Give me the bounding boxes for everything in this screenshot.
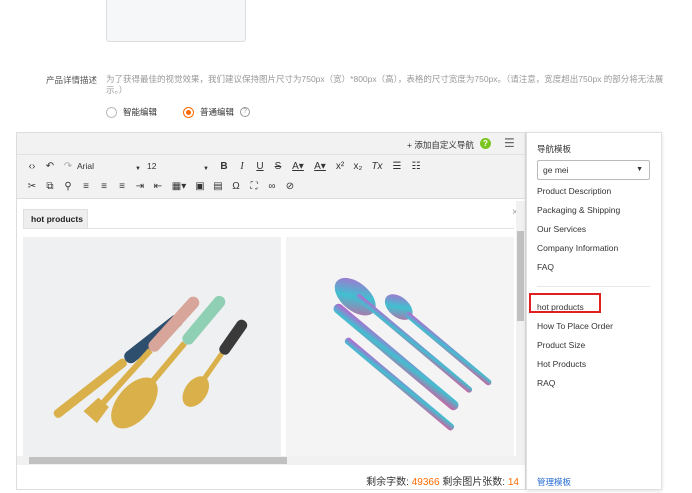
nav-item-hot-products[interactable]: hot products [537,302,584,312]
rainbow-cutlery-image[interactable] [286,237,514,461]
bold-icon[interactable]: B [215,161,233,172]
redo-icon[interactable]: ↷ [59,161,77,172]
vertical-scrollbar[interactable] [516,201,525,461]
remaining-images-value: 14 [507,477,519,488]
remaining-images-label: 剩余图片张数: [442,477,506,488]
find-icon[interactable]: ⚲ [59,181,77,192]
remaining-count: 剩余字数: 49366 剩余图片张数: 14 [366,473,519,488]
nav-template-title: 导航模板 [537,144,572,154]
chevron-down-icon: ▼ [203,166,209,172]
table-icon[interactable]: ▦▾ [167,181,191,192]
nav-item[interactable]: How To Place Order [537,321,613,331]
font-size-select[interactable]: 12 ▼ [147,161,215,172]
special-char-icon[interactable]: Ω [227,181,245,192]
product-detail-hint: 为了获得最佳的视觉效果，我们建议保持图片尺寸为750px（宽）*800px（高）… [106,74,664,95]
editor-top-bar: + 添加自定义导航 ? ☰ [17,133,525,155]
unlink-icon[interactable]: ⊘ [281,181,299,192]
image-icon[interactable]: ▣ [191,181,209,192]
divider [23,228,514,229]
nav-item[interactable]: Product Size [537,340,585,350]
normal-edit-radio[interactable] [183,106,195,118]
nav-item[interactable]: Packaging & Shipping [537,205,620,215]
gold-cutlery-image[interactable] [23,237,281,461]
code-icon[interactable]: ‹› [23,161,41,172]
nav-item[interactable]: Company Information [537,243,618,253]
font-color-icon[interactable]: A▾ [287,161,309,172]
nav-item[interactable]: RAQ [537,378,555,388]
align-center-icon[interactable]: ≡ [95,181,113,192]
menu-icon[interactable]: ☰ [504,136,515,150]
nav-item[interactable]: Our Services [537,224,586,234]
cut-icon[interactable]: ✂ [23,181,41,192]
undo-icon[interactable]: ↶ [41,161,59,172]
template-icon[interactable]: ▤ [209,181,227,192]
image-upload-box[interactable] [106,0,246,42]
nav-template-panel: 导航模板 ge mei ▼ Product Description Packag… [526,132,662,490]
chevron-down-icon: ▼ [636,166,643,173]
horizontal-scrollbar[interactable] [17,456,525,465]
unordered-list-icon[interactable]: ☰ [387,161,407,172]
clear-format-icon[interactable]: Tx [367,161,387,172]
chevron-down-icon: ▼ [135,166,141,172]
toolbar-row-2: ✂ ⧉ ⚲ ≡ ≡ ≡ ⇥ ⇤ ▦▾ ▣ ▤ Ω ⛶ ∞ ⊘ [23,177,299,195]
rich-text-editor: + 添加自定义导航 ? ☰ ‹› ↶ ↷ Arial ▼ 12 ▼ B I U S … [16,132,526,490]
editor-toolbar: ‹› ↶ ↷ Arial ▼ 12 ▼ B I U S A▾ A▾ x² x₂ Tx… [17,155,525,199]
link-icon[interactable]: ∞ [263,181,281,192]
subscript-icon[interactable]: x₂ [349,161,367,172]
font-family-value: Arial [77,161,95,171]
align-left-icon[interactable]: ≡ [77,181,95,192]
template-select-value: ge mei [543,165,569,175]
manage-templates-link[interactable]: 管理模板 [537,476,571,488]
underline-icon[interactable]: U [251,161,269,172]
strikethrough-icon[interactable]: S [269,161,287,172]
help-circle-icon[interactable]: ? [480,138,491,149]
add-custom-nav-button[interactable]: + 添加自定义导航 [407,139,474,151]
font-size-value: 12 [147,161,157,171]
cutlery-illustration [333,277,492,431]
scrollbar-thumb[interactable] [517,231,524,321]
italic-icon[interactable]: I [233,161,251,172]
toolbar-row-1: ‹› ↶ ↷ Arial ▼ 12 ▼ B I U S A▾ A▾ x² x₂ Tx… [23,157,425,175]
editor-content[interactable]: hot products [23,205,514,461]
bg-color-icon[interactable]: A▾ [309,161,331,172]
smart-edit-radio[interactable] [106,106,117,118]
outdent-icon[interactable]: ⇤ [149,181,167,192]
nav-item[interactable]: Product Description [537,186,611,196]
product-detail-label: 产品详情描述 [46,75,98,85]
fullscreen-icon[interactable]: ⛶ [245,181,263,192]
superscript-icon[interactable]: x² [331,161,349,172]
nav-item[interactable]: FAQ [537,262,554,272]
divider [537,286,650,287]
indent-icon[interactable]: ⇥ [131,181,149,192]
copy-icon[interactable]: ⧉ [41,181,59,192]
align-right-icon[interactable]: ≡ [113,181,131,192]
font-family-select[interactable]: Arial ▼ [77,161,147,172]
template-select[interactable]: ge mei ▼ [537,160,650,180]
normal-edit-label[interactable]: 普通编辑 [200,106,234,118]
cutlery-illustration [53,295,248,429]
scrollbar-thumb[interactable] [29,457,287,464]
help-icon[interactable]: ? [240,107,251,117]
ordered-list-icon[interactable]: ☷ [407,161,425,172]
remaining-chars-value: 49366 [411,477,440,488]
smart-edit-label[interactable]: 智能编辑 [123,106,157,118]
nav-item[interactable]: Hot Products [537,359,586,369]
content-section-tab: hot products [23,209,88,229]
edit-mode-radio-group: 智能编辑 普通编辑 ? [106,106,251,118]
remaining-chars-label: 剩余字数: [366,477,409,488]
